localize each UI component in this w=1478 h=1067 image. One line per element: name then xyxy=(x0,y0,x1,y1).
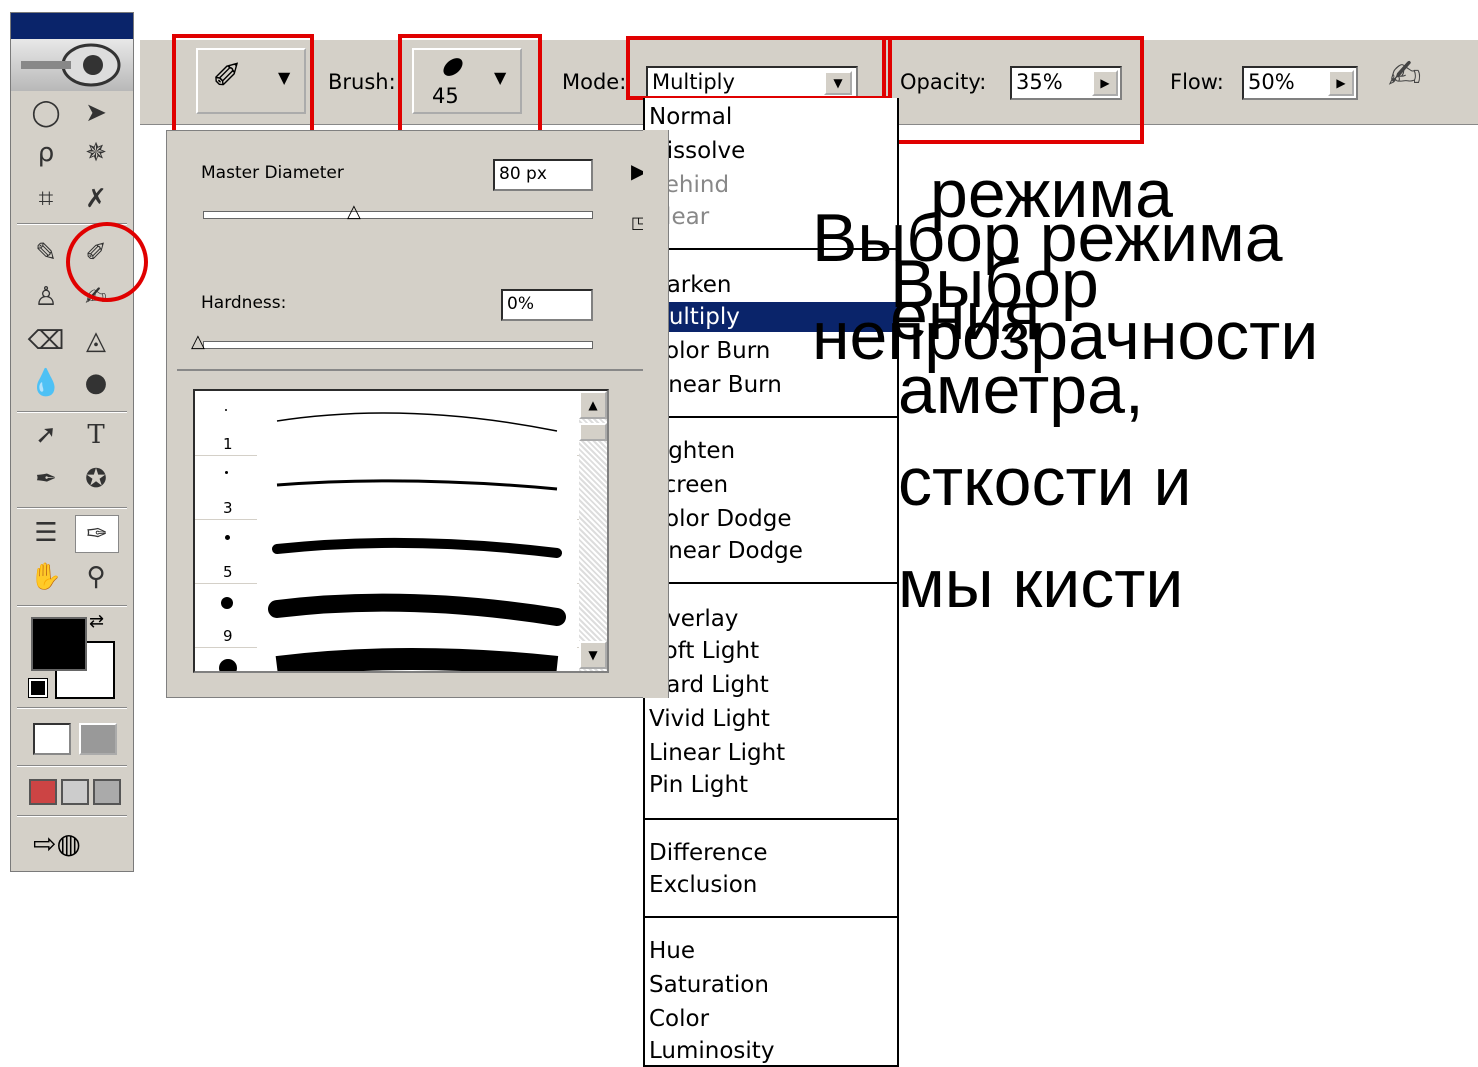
flow-label: Flow: xyxy=(1170,70,1224,94)
panel-divider xyxy=(177,369,657,371)
mode-option[interactable]: Luminosity xyxy=(649,1036,774,1066)
list-item[interactable]: 3 xyxy=(195,455,579,520)
mode-label: Mode: xyxy=(562,70,627,94)
jump-to-imageready-icon[interactable]: ⇨◍ xyxy=(33,827,81,860)
marquee-tool-icon[interactable]: ◯ xyxy=(25,95,67,131)
crop-tool-icon[interactable]: ⌗ xyxy=(25,181,67,217)
clone-stamp-tool-icon[interactable]: ♙ xyxy=(25,279,67,315)
brush-picker-panel: Master Diameter 80 px ▶ ◳ △ Hardness: 0%… xyxy=(166,130,668,698)
hardness-label: Hardness: xyxy=(201,293,287,313)
hand-tool-icon[interactable]: ✋ xyxy=(25,559,67,595)
highlight-mode-box xyxy=(626,36,892,100)
scrollbar[interactable]: ▲ ▼ xyxy=(579,391,607,671)
hardness-field[interactable]: 0% xyxy=(501,289,593,321)
photoshop-eye-logo[interactable] xyxy=(11,39,133,91)
highlight-brush-tool-circle xyxy=(66,222,148,302)
mode-option[interactable]: Difference xyxy=(649,838,768,868)
hardness-value: 0% xyxy=(507,294,534,314)
path-selection-tool-icon[interactable]: ➚ xyxy=(25,417,67,453)
flow-value: 50% xyxy=(1248,70,1295,94)
brush-presets-list[interactable]: 1 3 5 9 ▲ ▼ xyxy=(193,389,609,673)
brush-label: Brush: xyxy=(328,70,396,94)
master-diameter-field[interactable]: 80 px xyxy=(493,159,593,191)
list-item[interactable] xyxy=(195,647,579,671)
scroll-down-icon[interactable]: ▼ xyxy=(579,641,607,669)
toolbox-panel: ◯ ➤ ρ ✵ ⌗ ✗ ✎ ✐ ♙ ✍ ⌫ ◬ 💧 ● ➚ T ✒ ✪ ☰ ✑ … xyxy=(10,12,134,872)
brush-panel-edge xyxy=(643,130,669,698)
scrollbar-thumb[interactable] xyxy=(579,423,607,441)
slider-handle-icon[interactable]: △ xyxy=(347,201,361,222)
blur-tool-icon[interactable]: 💧 xyxy=(25,365,67,401)
default-colors-icon[interactable] xyxy=(28,678,48,698)
highlight-brush-box xyxy=(398,34,542,134)
highlight-opacity-box xyxy=(882,36,1144,144)
mode-option[interactable]: Color xyxy=(649,1004,709,1034)
mode-option[interactable]: Color Dodge xyxy=(649,504,792,534)
mode-option[interactable]: Saturation xyxy=(649,970,769,1000)
caption-front-line1: Выбор режима xyxy=(812,200,1283,276)
mode-option[interactable]: Exclusion xyxy=(649,870,757,900)
pen-tool-icon[interactable]: ✒ xyxy=(25,461,67,497)
eraser-tool-icon[interactable]: ⌫ xyxy=(25,323,67,359)
notes-tool-icon[interactable]: ☰ xyxy=(25,515,67,551)
caption-back-line4: сткости и xyxy=(898,444,1192,520)
type-tool-icon[interactable]: T xyxy=(75,417,117,453)
zoom-tool-icon[interactable]: ⚲ xyxy=(75,559,117,595)
mode-option[interactable]: Hue xyxy=(649,936,695,966)
mode-option[interactable]: Vivid Light xyxy=(649,704,770,734)
move-tool-icon[interactable]: ➤ xyxy=(75,95,117,131)
master-diameter-label: Master Diameter xyxy=(201,163,344,183)
master-diameter-value: 80 px xyxy=(499,164,547,184)
highlight-preset-box xyxy=(172,34,314,134)
caption-front-line2: непрозрачности xyxy=(812,298,1319,374)
scroll-up-icon[interactable]: ▲ xyxy=(579,391,607,419)
standard-screen-mode-icon[interactable] xyxy=(29,779,57,805)
mode-option[interactable]: Pin Light xyxy=(649,770,748,800)
slider-handle-icon[interactable]: △ xyxy=(191,331,205,352)
quick-mask-mode-icon[interactable] xyxy=(79,723,117,755)
foreground-color-swatch[interactable] xyxy=(31,617,87,671)
caption-back-line5: мы кисти xyxy=(898,546,1184,622)
paint-bucket-tool-icon[interactable]: ◬ xyxy=(75,323,117,359)
eye-logo-icon xyxy=(21,43,121,87)
dodge-tool-icon[interactable]: ● xyxy=(75,365,117,401)
mode-option[interactable]: Normal xyxy=(649,102,732,132)
list-item[interactable]: 5 xyxy=(195,519,579,584)
healing-brush-tool-icon[interactable]: ✎ xyxy=(25,235,67,271)
airbrush-icon[interactable]: ✍ xyxy=(1388,52,1422,98)
swap-colors-icon[interactable]: ⇄ xyxy=(89,611,104,632)
list-item[interactable]: 9 xyxy=(195,583,579,648)
mode-option[interactable]: Linear Dodge xyxy=(649,536,803,566)
list-item[interactable]: 1 xyxy=(195,391,579,456)
hardness-slider[interactable] xyxy=(203,341,593,349)
lasso-tool-icon[interactable]: ρ xyxy=(25,135,67,171)
slice-tool-icon[interactable]: ✗ xyxy=(75,181,117,217)
full-screen-menu-mode-icon[interactable] xyxy=(61,779,89,805)
flow-field[interactable]: 50% ▶ xyxy=(1242,66,1358,100)
chevron-right-icon[interactable]: ▶ xyxy=(1328,70,1354,96)
full-screen-mode-icon[interactable] xyxy=(93,779,121,805)
custom-shape-tool-icon[interactable]: ✪ xyxy=(75,461,117,497)
master-diameter-slider[interactable] xyxy=(203,211,593,219)
standard-mode-icon[interactable] xyxy=(33,723,71,755)
eyedropper-tool-icon[interactable]: ✑ xyxy=(75,515,119,553)
magic-wand-tool-icon[interactable]: ✵ xyxy=(75,135,117,171)
toolbox-titlebar[interactable] xyxy=(11,13,133,39)
mode-option[interactable]: Linear Light xyxy=(649,738,785,768)
